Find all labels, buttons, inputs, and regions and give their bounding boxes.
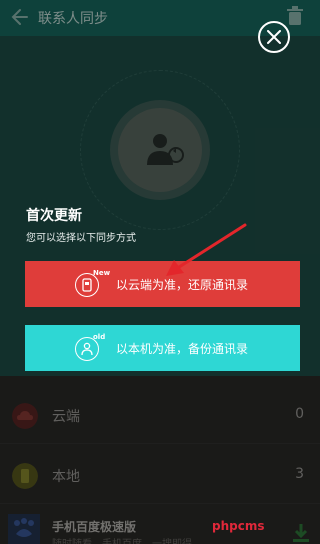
backup-from-local-label: 以本机为准，备份通讯录 (116, 342, 249, 356)
close-button[interactable] (258, 21, 290, 53)
watermark: phpcms (212, 519, 265, 533)
backup-from-local-button[interactable]: old 以本机为准，备份通讯录 (25, 325, 300, 371)
new-badge: New (93, 269, 111, 277)
red-arrow-annotation (166, 223, 247, 276)
dialog-subtitle: 您可以选择以下同步方式 (26, 233, 136, 244)
old-badge: old (93, 333, 106, 341)
dialog-title: 首次更新 (26, 208, 82, 224)
close-icon (267, 30, 281, 44)
